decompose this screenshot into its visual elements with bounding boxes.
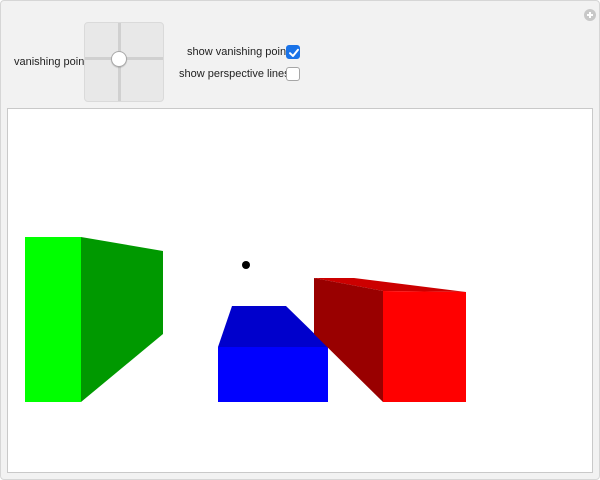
blue-box-front-face — [218, 347, 328, 402]
show-vanishing-point-label: show vanishing point — [187, 46, 290, 58]
plus-icon[interactable] — [584, 9, 596, 21]
vanishing-point-slider-2d[interactable] — [84, 22, 164, 102]
red-box-front-face — [383, 291, 466, 402]
perspective-scene — [25, 237, 466, 402]
vanishing-point-knob[interactable] — [111, 51, 127, 67]
perspective-canvas — [7, 108, 593, 473]
control-panel: vanishing point show vanishing point sho… — [0, 0, 600, 480]
show-vanishing-point-checkbox[interactable] — [286, 45, 300, 59]
green-box-front-face — [25, 237, 81, 402]
show-perspective-lines-checkbox[interactable] — [286, 67, 300, 81]
show-perspective-lines-label: show perspective lines — [179, 68, 290, 80]
checkmark-icon — [289, 48, 299, 57]
blue-box-top-face — [218, 306, 328, 347]
green-box-side-face — [81, 237, 163, 402]
vanishing-point-dot — [242, 261, 250, 269]
vanishing-point-label: vanishing point — [14, 56, 88, 68]
